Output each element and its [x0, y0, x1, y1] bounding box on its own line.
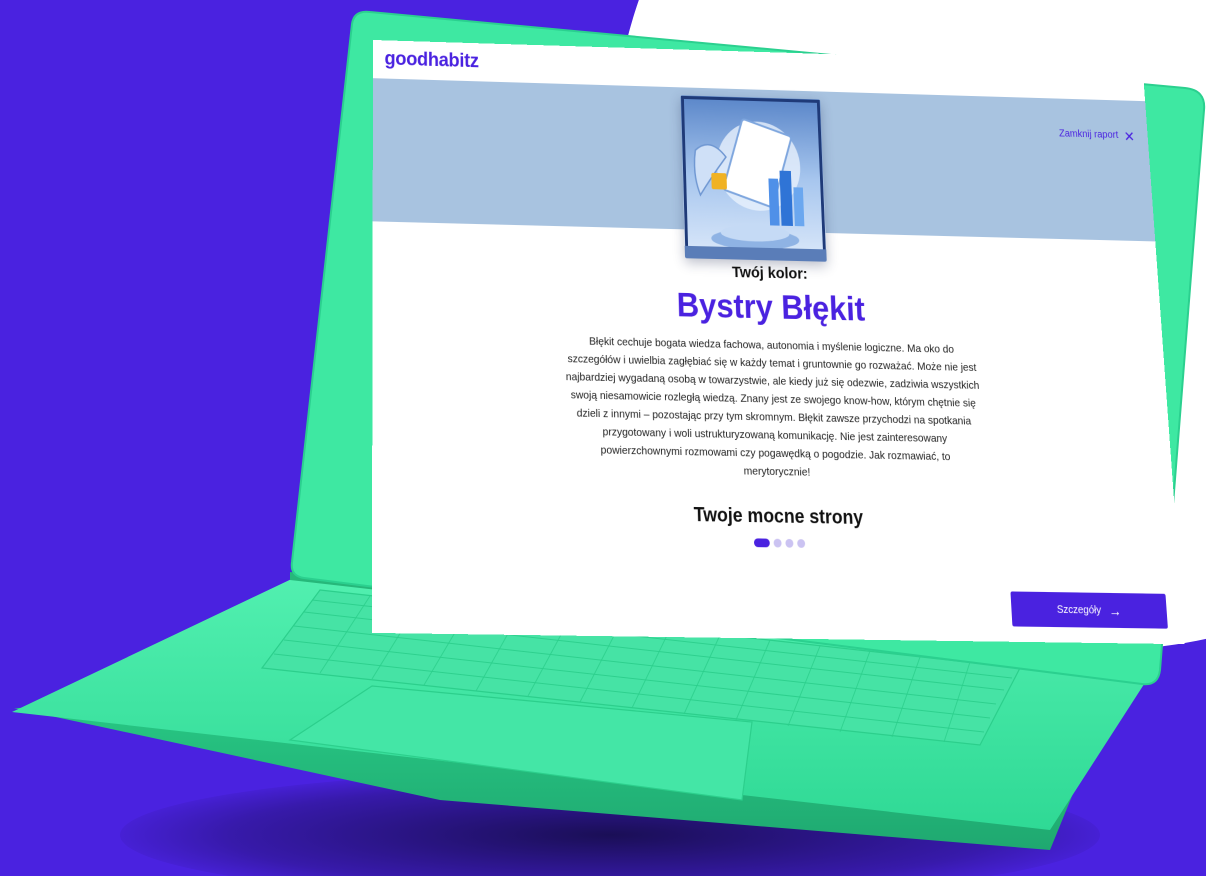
close-report-button[interactable]: Zamknij raport ✕: [1058, 127, 1136, 144]
color-description: Błękit cechuje bogata wiedza fachowa, au…: [565, 335, 980, 479]
stage: goodhabitz Zamknij raport ✕ Twój kolor: …: [0, 0, 1206, 876]
details-button[interactable]: Szczegóły →: [1010, 591, 1168, 629]
carousel-dot-3[interactable]: [785, 538, 794, 548]
details-label: Szczegóły: [1056, 603, 1102, 617]
report-banner: Zamknij raport ✕: [372, 78, 1156, 262]
carousel-dot-2[interactable]: [773, 538, 782, 548]
strengths-heading: Twoje mocne strony: [693, 503, 864, 529]
carousel-dots: [372, 532, 1178, 554]
carousel-dot-4[interactable]: [797, 539, 806, 548]
close-icon: ✕: [1123, 127, 1136, 144]
carousel-dot-1[interactable]: [753, 538, 770, 548]
arrow-right-icon: →: [1108, 602, 1123, 619]
report-content: Twój kolor: Bystry Błękit Błękit cechuje…: [372, 221, 1178, 554]
screen: goodhabitz Zamknij raport ✕ Twój kolor: …: [371, 40, 1185, 645]
close-report-label: Zamknij raport: [1058, 128, 1119, 142]
goodhabitz-logo[interactable]: goodhabitz: [384, 48, 478, 73]
